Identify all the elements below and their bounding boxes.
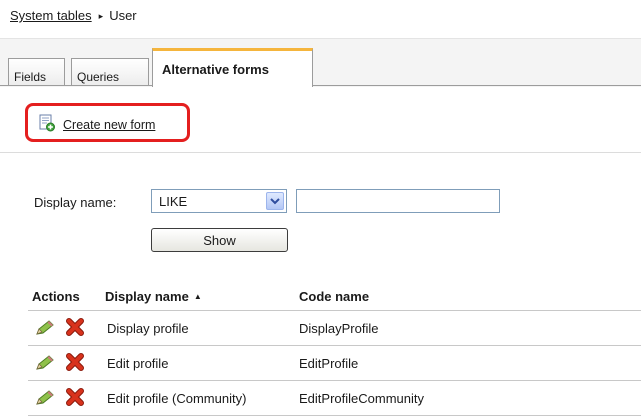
table-row: Edit profile (Community) EditProfileComm…: [28, 381, 641, 416]
edit-pencil-icon[interactable]: [35, 319, 55, 337]
operator-select[interactable]: LIKE: [151, 189, 287, 213]
delete-x-icon[interactable]: [66, 318, 84, 336]
section-divider: [0, 152, 641, 153]
row-code-name: EditProfileCommunity: [299, 391, 424, 406]
chevron-down-icon[interactable]: [266, 192, 284, 210]
show-button[interactable]: Show: [151, 228, 288, 252]
create-new-form-highlight: Create new form: [25, 103, 190, 142]
column-header-display-name[interactable]: Display name ▲: [105, 289, 202, 304]
tab-fields[interactable]: Fields: [8, 58, 65, 86]
column-header-code-name: Code name: [299, 289, 370, 304]
table-row: Display profile DisplayProfile: [28, 311, 641, 346]
tab-alternative-forms[interactable]: Alternative forms: [152, 48, 313, 87]
display-name-filter-label: Display name:: [34, 195, 117, 210]
delete-x-icon[interactable]: [66, 353, 84, 371]
operator-select-value: LIKE: [159, 194, 188, 209]
row-code-name: DisplayProfile: [299, 321, 379, 336]
edit-pencil-icon[interactable]: [35, 354, 55, 372]
edit-pencil-icon[interactable]: [35, 389, 55, 407]
breadcrumb-link-system-tables[interactable]: System tables: [10, 8, 92, 23]
new-form-icon: [39, 114, 55, 135]
row-display-name: Edit profile (Community): [107, 391, 247, 406]
tab-divider: [0, 85, 641, 86]
tab-queries[interactable]: Queries: [71, 58, 149, 86]
column-header-actions: Actions: [32, 289, 80, 304]
row-display-name: Display profile: [107, 321, 189, 336]
breadcrumb: System tables ▸ User: [10, 8, 137, 23]
column-header-display-name-label: Display name: [105, 289, 189, 304]
row-display-name: Edit profile: [107, 356, 169, 371]
breadcrumb-current: User: [109, 8, 137, 23]
create-new-form-label: Create new form: [63, 117, 156, 132]
row-code-name: EditProfile: [299, 356, 359, 371]
delete-x-icon[interactable]: [66, 388, 84, 406]
table-row: Edit profile EditProfile: [28, 346, 641, 381]
sort-ascending-icon: ▲: [193, 292, 202, 301]
breadcrumb-separator: ▸: [98, 11, 104, 21]
display-name-filter-input[interactable]: [296, 189, 500, 213]
create-new-form-link[interactable]: Create new form: [39, 114, 155, 135]
grid-header: Actions Display name ▲ Code name: [28, 282, 641, 311]
